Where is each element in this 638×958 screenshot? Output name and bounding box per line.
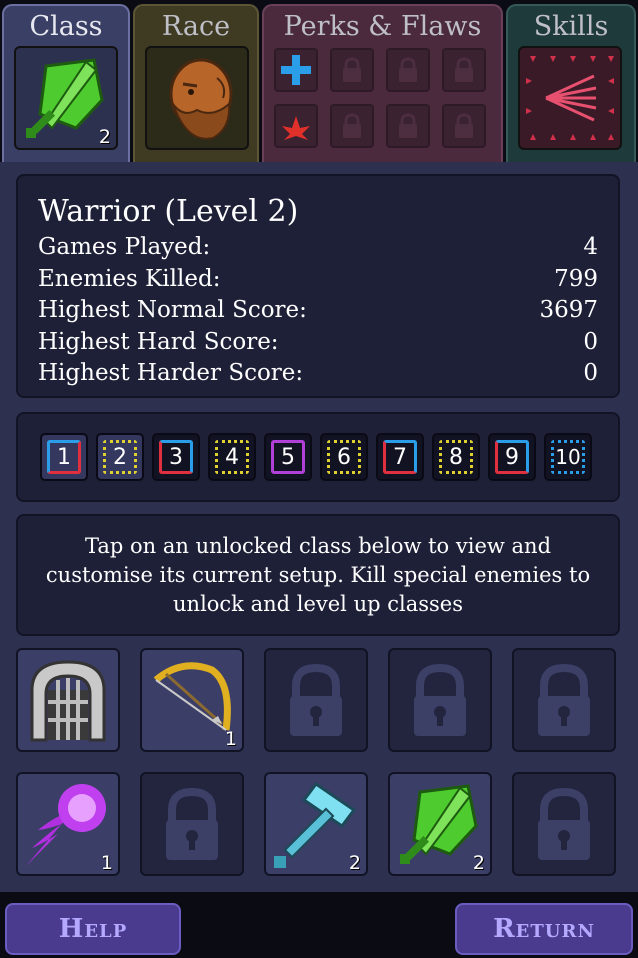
level-1-button[interactable]: 1 [40,433,88,481]
level-selector: 1 2 3 4 5 6 7 8 9 10 [16,412,620,502]
info-text: Tap on an unlocked class below to view a… [45,533,591,616]
class-slot-locked[interactable] [512,772,616,876]
stat-row: Enemies Killed: 799 [38,264,598,296]
class-slot-gate[interactable] [16,648,120,752]
tab-skills[interactable]: Skills [506,4,636,164]
level-10-button[interactable]: 10 [544,433,592,481]
level-6-button[interactable]: 6 [320,433,368,481]
main-area: Warrior (Level 2) Games Played: 4 Enemie… [0,162,638,892]
skill-rune-icon [518,46,622,150]
class-level-badge: 2 [98,126,111,148]
class-slot-locked[interactable] [140,772,244,876]
info-panel: Tap on an unlocked class below to view a… [16,514,620,636]
sword-shield-icon: 2 [14,46,118,150]
level-7-button[interactable]: 7 [376,433,424,481]
class-stats-panel: Warrior (Level 2) Games Played: 4 Enemie… [16,174,620,398]
lock-icon [330,104,374,148]
dwarf-head-icon [145,46,249,150]
level-9-button[interactable]: 9 [488,433,536,481]
class-slot-bow[interactable]: 1 [140,648,244,752]
stat-label: Enemies Killed: [38,265,221,292]
lock-icon [386,48,430,92]
stat-value: 0 [583,328,598,355]
flaw-burst-icon [274,104,318,148]
lock-icon [538,663,590,736]
stat-row: Highest Harder Score: 0 [38,358,598,390]
lock-icon [330,48,374,92]
gate-icon [30,660,106,742]
class-slot-locked[interactable] [512,648,616,752]
stat-value: 4 [583,234,598,260]
return-button[interactable]: Return [455,903,633,955]
stat-value: 0 [583,360,598,386]
class-slot-hammer[interactable]: 2 [264,772,368,876]
tab-perks-flaws[interactable]: Perks & Flaws [262,4,503,164]
level-4-button[interactable]: 4 [208,433,256,481]
tab-perks-label: Perks & Flaws [283,11,482,42]
help-button[interactable]: Help [5,903,181,955]
lock-icon [290,663,342,736]
perk-plus-icon [274,48,318,92]
stat-label: Highest Hard Score: [38,328,279,355]
class-level-badge: 1 [224,728,237,750]
tab-skills-label: Skills [533,11,609,42]
stat-value: 3697 [539,297,598,323]
lock-icon [442,104,486,148]
tab-class[interactable]: Class 2 [2,4,130,172]
class-level-badge: 2 [348,852,361,874]
class-slot-locked[interactable] [388,648,492,752]
class-level-badge: 2 [472,852,485,874]
class-title: Warrior (Level 2) [38,194,299,229]
class-slot-warrior[interactable]: 2 [388,772,492,876]
lock-icon [386,104,430,148]
stat-label: Highest Normal Score: [38,297,307,323]
stat-row: Games Played: 4 [38,232,598,264]
lock-icon [442,48,486,92]
stat-row: Highest Hard Score: 0 [38,327,598,359]
level-3-button[interactable]: 3 [152,433,200,481]
level-5-button[interactable]: 5 [264,433,312,481]
lock-icon [538,787,590,860]
class-level-badge: 1 [100,852,113,874]
level-8-button[interactable]: 8 [432,433,480,481]
lock-icon [166,787,218,860]
tab-race[interactable]: Race [133,4,259,164]
lock-icon [414,663,466,736]
level-2-button[interactable]: 2 [96,433,144,481]
tab-race-label: Race [161,11,231,42]
class-slot-fireball[interactable]: 1 [16,772,120,876]
stat-label: Games Played: [38,234,211,260]
tab-class-label: Class [29,11,103,42]
stat-label: Highest Harder Score: [38,360,304,386]
class-slot-locked[interactable] [264,648,368,752]
stat-row: Highest Normal Score: 3697 [38,295,598,327]
stat-value: 799 [554,265,598,292]
